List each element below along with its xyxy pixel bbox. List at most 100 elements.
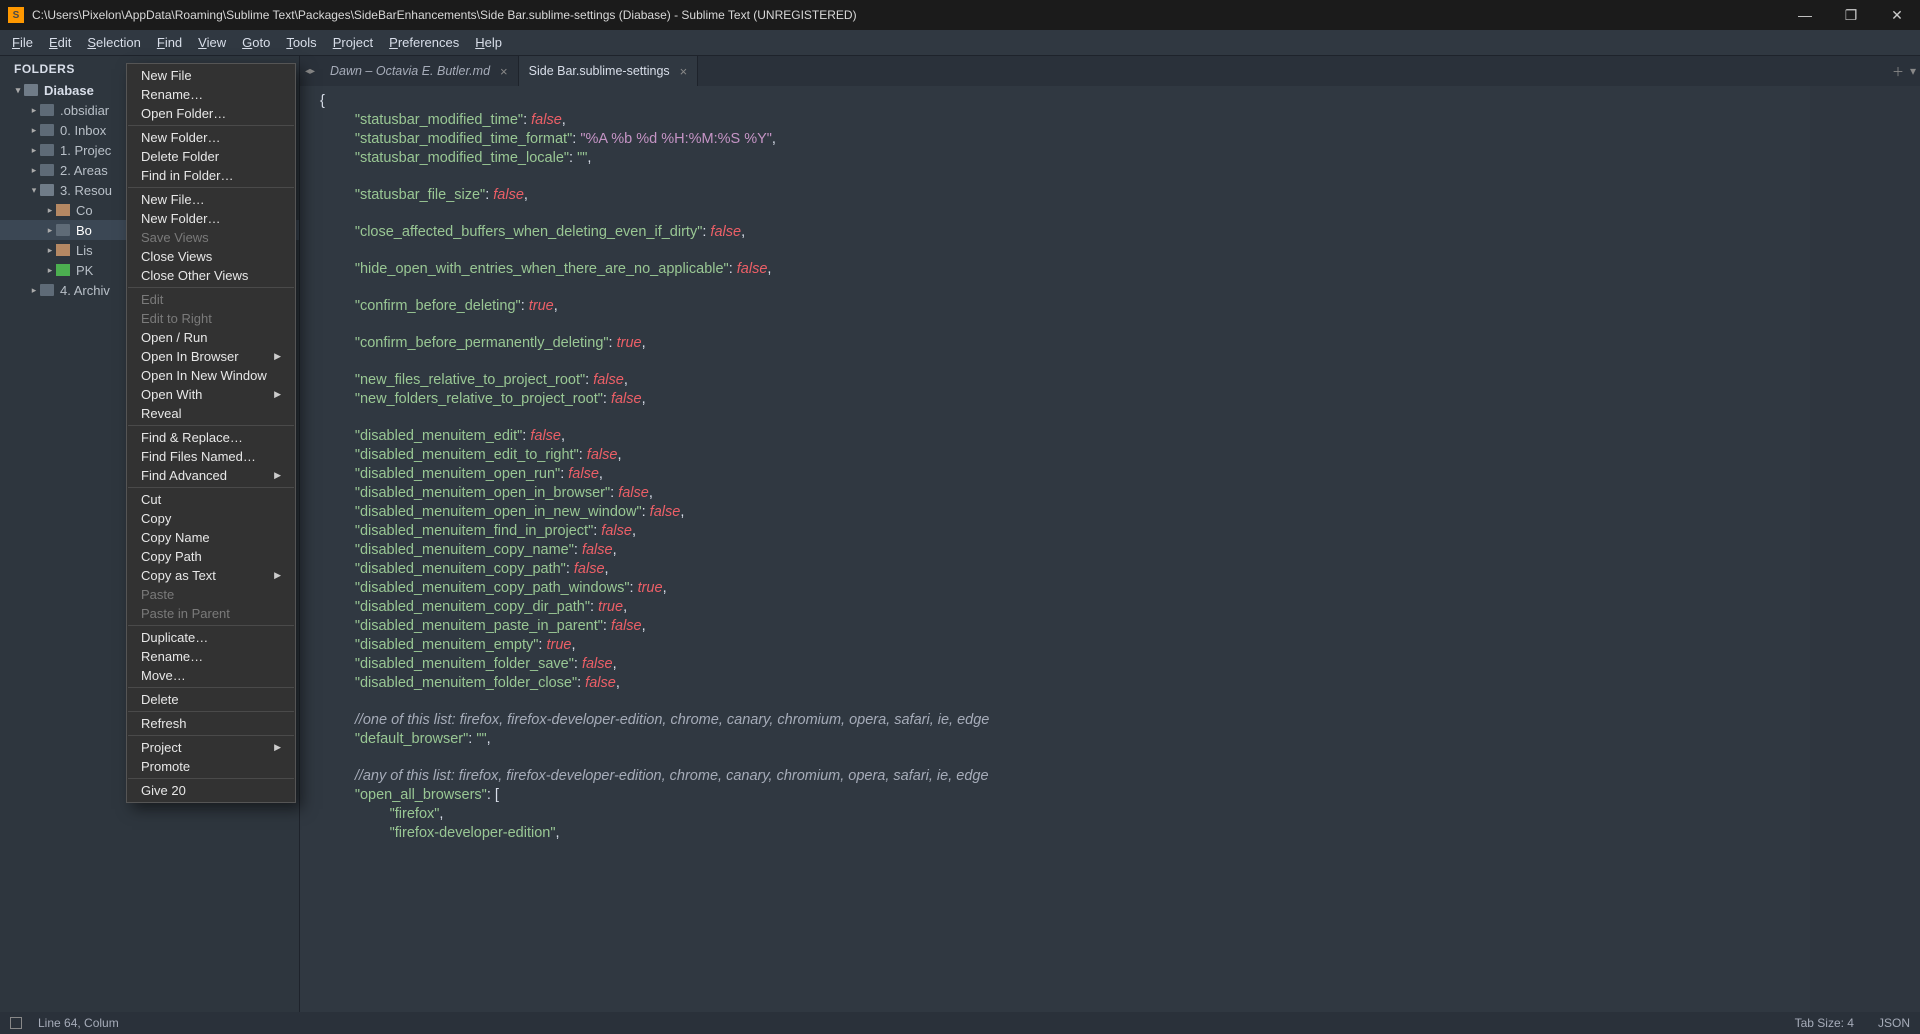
context-menu-label: New File…	[141, 192, 205, 207]
context-menu-item[interactable]: Find & Replace…	[127, 428, 295, 447]
status-position[interactable]: Line 64, Colum	[38, 1016, 119, 1030]
context-menu-separator	[128, 625, 294, 626]
menu-file[interactable]: File	[4, 31, 41, 54]
context-menu-item[interactable]: Move…	[127, 666, 295, 685]
expander-icon[interactable]: ▸	[28, 125, 40, 136]
context-menu-item[interactable]: Project▶	[127, 738, 295, 757]
new-tab-button[interactable]: ＋	[1892, 63, 1904, 80]
context-menu-label: Delete	[141, 692, 179, 707]
context-menu-label: Close Other Views	[141, 268, 248, 283]
maximize-button[interactable]: ❐	[1828, 0, 1874, 30]
expander-icon[interactable]: ▸	[44, 245, 56, 256]
context-menu-label: Rename…	[141, 649, 203, 664]
tab-close-icon[interactable]: ×	[680, 64, 688, 79]
expander-icon[interactable]: ▾	[28, 185, 40, 196]
status-tab-size[interactable]: Tab Size: 4	[1795, 1016, 1854, 1030]
context-menu-item[interactable]: Open With▶	[127, 385, 295, 404]
menu-find[interactable]: Find	[149, 31, 190, 54]
context-menu-label: Open In Browser	[141, 349, 239, 364]
expander-icon[interactable]: ▸	[28, 285, 40, 296]
context-menu-item[interactable]: Open In Browser ▶	[127, 347, 295, 366]
context-menu-item[interactable]: Open Folder…	[127, 104, 295, 123]
tab-dropdown-button[interactable]: ▾	[1910, 64, 1916, 78]
context-menu-item[interactable]: Delete	[127, 690, 295, 709]
context-menu-item: Paste	[127, 585, 295, 604]
expander-icon[interactable]: ▸	[44, 265, 56, 276]
context-menu-label: Copy as Text	[141, 568, 216, 583]
panel-switcher-icon[interactable]	[10, 1017, 22, 1029]
context-menu-item[interactable]: Rename…	[127, 647, 295, 666]
context-menu-item[interactable]: Find in Folder…	[127, 166, 295, 185]
context-menu-item[interactable]: Copy as Text ▶	[127, 566, 295, 585]
folder-open-icon	[40, 184, 54, 196]
context-menu-item[interactable]: Cut	[127, 490, 295, 509]
expander-icon[interactable]: ▸	[44, 205, 56, 216]
context-menu-separator	[128, 425, 294, 426]
context-menu-item[interactable]: Delete Folder	[127, 147, 295, 166]
context-menu-separator	[128, 778, 294, 779]
minimap[interactable]	[1810, 86, 1920, 1012]
expander-icon[interactable]: ▸	[28, 105, 40, 116]
expander-icon[interactable]: ▸	[44, 225, 56, 236]
tree-label: Diabase	[44, 83, 94, 98]
context-menu-item[interactable]: Give 20	[127, 781, 295, 800]
context-menu-item[interactable]: Reveal	[127, 404, 295, 423]
context-menu-item[interactable]: New Folder…	[127, 128, 295, 147]
context-menu-item[interactable]: New File	[127, 66, 295, 85]
context-menu-item[interactable]: Copy Name	[127, 528, 295, 547]
context-menu-item: Edit	[127, 290, 295, 309]
context-menu-label: Promote	[141, 759, 190, 774]
context-menu-label: Cut	[141, 492, 161, 507]
context-menu-label: Rename…	[141, 87, 203, 102]
menu-view[interactable]: View	[190, 31, 234, 54]
menu-project[interactable]: Project	[325, 31, 381, 54]
close-button[interactable]: ✕	[1874, 0, 1920, 30]
minimize-button[interactable]: —	[1782, 0, 1828, 30]
tab[interactable]: Side Bar.sublime-settings×	[519, 56, 699, 86]
context-menu-item[interactable]: Rename…	[127, 85, 295, 104]
context-menu-label: Open With	[141, 387, 202, 402]
tree-label: Bo	[76, 223, 92, 238]
context-menu-separator	[128, 125, 294, 126]
folder-icon	[40, 104, 54, 116]
menu-edit[interactable]: Edit	[41, 31, 79, 54]
context-menu-item[interactable]: Copy	[127, 509, 295, 528]
context-menu-item[interactable]: Find Advanced▶	[127, 466, 295, 485]
tab-nav-arrows[interactable]: ◂▸	[300, 56, 320, 86]
context-menu-item: Paste in Parent	[127, 604, 295, 623]
context-menu-item[interactable]: Copy Path	[127, 547, 295, 566]
context-menu-item[interactable]: Promote	[127, 757, 295, 776]
context-menu-item[interactable]: Close Other Views	[127, 266, 295, 285]
sidebar-context-menu: New FileRename…Open Folder…New Folder…De…	[126, 63, 296, 803]
context-menu-item[interactable]: Refresh	[127, 714, 295, 733]
folder-icon	[56, 224, 70, 236]
editor-content[interactable]: { "statusbar_modified_time": false, "sta…	[300, 86, 1920, 1012]
context-menu-label: Copy	[141, 511, 171, 526]
context-menu-item[interactable]: Find Files Named…	[127, 447, 295, 466]
menu-selection[interactable]: Selection	[79, 31, 148, 54]
context-menu-label: Open / Run	[141, 330, 208, 345]
submenu-arrow-icon: ▶	[274, 570, 281, 581]
expander-icon[interactable]: ▸	[28, 165, 40, 176]
context-menu-item[interactable]: Open In New Window	[127, 366, 295, 385]
context-menu-item[interactable]: Close Views	[127, 247, 295, 266]
statusbar: Line 64, Colum Tab Size: 4 JSON	[0, 1012, 1920, 1034]
context-menu-label: Copy Path	[141, 549, 202, 564]
context-menu-item[interactable]: New Folder…	[127, 209, 295, 228]
menu-goto[interactable]: Goto	[234, 31, 278, 54]
menu-preferences[interactable]: Preferences	[381, 31, 467, 54]
tab-close-icon[interactable]: ×	[500, 64, 508, 79]
tab-label: Dawn – Octavia E. Butler.md	[330, 64, 490, 78]
menu-help[interactable]: Help	[467, 31, 510, 54]
window-title: C:\Users\Pixelon\AppData\Roaming\Sublime…	[32, 8, 1782, 22]
expander-icon[interactable]: ▸	[28, 145, 40, 156]
status-syntax[interactable]: JSON	[1878, 1016, 1910, 1030]
context-menu-item[interactable]: Open / Run	[127, 328, 295, 347]
context-menu-item[interactable]: New File…	[127, 190, 295, 209]
context-menu-item[interactable]: Duplicate…	[127, 628, 295, 647]
submenu-arrow-icon: ▶	[274, 351, 281, 362]
menu-tools[interactable]: Tools	[278, 31, 324, 54]
expander-icon[interactable]: ▾	[12, 85, 24, 96]
context-menu-label: Edit to Right	[141, 311, 212, 326]
tab[interactable]: Dawn – Octavia E. Butler.md ×	[320, 56, 519, 86]
